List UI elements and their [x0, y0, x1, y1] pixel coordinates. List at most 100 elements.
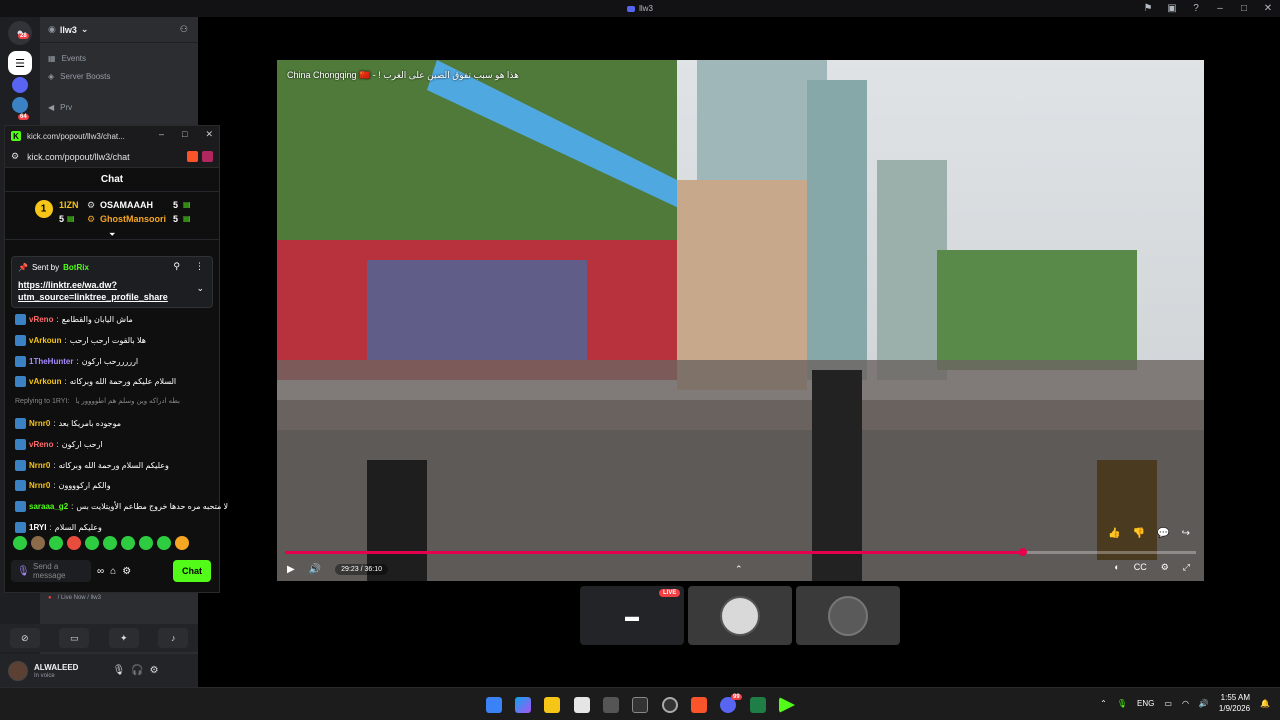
emote[interactable] — [49, 536, 63, 550]
gifter-name[interactable]: GhostMansoori — [100, 214, 166, 224]
popup-minimize-button[interactable]: – — [159, 129, 164, 140]
emote[interactable] — [85, 536, 99, 550]
chat-username[interactable]: vReno — [29, 440, 53, 449]
autoplay-toggle[interactable]: ◐ — [1114, 562, 1119, 573]
site-info-icon[interactable]: ⚙ — [11, 151, 19, 162]
pinned-link[interactable]: https://linktr.ee/wa.dw?utm_source=linkt… — [18, 279, 188, 303]
share-icon[interactable]: ↪ — [1182, 528, 1190, 539]
bot-name[interactable]: BotRix — [63, 263, 89, 272]
avatar[interactable] — [8, 660, 28, 681]
chevron-down-icon[interactable]: ⌄ — [196, 283, 204, 294]
display-icon[interactable]: ▭ — [1164, 699, 1172, 708]
video-scrubber-handle[interactable] — [1018, 548, 1027, 556]
video-player[interactable]: China Chongqing 🇨🇳 - ! هذا هو سبب تفوق ا… — [277, 60, 1204, 581]
excel-icon[interactable] — [750, 697, 766, 713]
emote[interactable] — [175, 536, 189, 550]
chat-username[interactable]: Nrnr0 — [29, 419, 50, 428]
address-bar[interactable]: ⚙ kick.com/popout/llw3/chat — [5, 146, 219, 168]
close-button[interactable]: ✕ — [1256, 3, 1280, 14]
clock[interactable]: 1:55 AM 1/9/2026 — [1219, 692, 1250, 714]
channel-server-boosts[interactable]: ◈ Server Boosts — [48, 72, 110, 81]
headphones-icon[interactable]: 🎧 — [131, 665, 143, 676]
microphone-icon[interactable]: 🎙 — [17, 566, 30, 577]
collapse-icon[interactable]: ⏷ — [109, 230, 115, 240]
brave-browser-icon[interactable] — [691, 697, 707, 713]
microphone-icon[interactable]: 🎙 — [112, 665, 125, 676]
participant-tile[interactable] — [688, 586, 792, 645]
chevron-up-icon[interactable]: ⌃ — [1100, 699, 1107, 708]
copilot-icon[interactable] — [515, 697, 531, 713]
channel-events[interactable]: ▦ Events — [48, 54, 86, 63]
emote[interactable] — [139, 536, 153, 550]
play-icon[interactable]: ▶ — [287, 564, 295, 575]
notification-icon[interactable]: 🔔 — [1260, 699, 1270, 708]
notepad-icon[interactable] — [574, 697, 590, 713]
gifter-name[interactable]: OSAMAAAH — [100, 200, 153, 210]
emote[interactable] — [67, 536, 81, 550]
wifi-icon[interactable]: ◠ — [1182, 699, 1189, 708]
store-icon[interactable] — [603, 697, 619, 713]
emote[interactable] — [31, 536, 45, 550]
gifter-name[interactable]: 1IZN — [59, 200, 79, 210]
more-options-icon[interactable]: ⋮ — [195, 261, 204, 272]
invite-icon[interactable]: ⚇ — [180, 24, 188, 35]
server-icon[interactable] — [12, 77, 28, 93]
maximize-button[interactable]: □ — [1232, 3, 1256, 14]
participant-tile[interactable] — [796, 586, 900, 645]
screen-share-icon[interactable]: ▭ — [59, 628, 90, 648]
help-icon[interactable]: ? — [1184, 3, 1208, 14]
captions-icon[interactable]: CC — [1134, 562, 1147, 573]
chat-username[interactable]: vArkoun — [29, 377, 61, 386]
dislike-icon[interactable]: 👎 — [1133, 528, 1145, 539]
minimize-button[interactable]: – — [1208, 3, 1232, 14]
chat-username[interactable]: vArkoun — [29, 336, 61, 345]
store-icon[interactable]: ⌂ — [110, 566, 116, 577]
file-explorer-icon[interactable] — [544, 697, 560, 713]
emote[interactable] — [103, 536, 117, 550]
screen-icon[interactable]: ▣ — [1160, 3, 1184, 14]
chat-username[interactable]: Replying to 1RYI: — [15, 398, 69, 405]
brave-rewards-icon[interactable] — [202, 151, 213, 162]
volume-icon[interactable]: 🔊 — [309, 564, 321, 575]
chat-username[interactable]: vReno — [29, 315, 53, 324]
chat-input[interactable]: 🎙 Send a message — [11, 560, 91, 582]
activities-icon[interactable]: ✦ — [108, 628, 139, 648]
channel-prv[interactable]: ◀ Prv — [48, 103, 72, 112]
chevron-up-icon[interactable]: ⌃ — [735, 564, 743, 575]
emote[interactable] — [121, 536, 135, 550]
popup-maximize-button[interactable]: □ — [182, 129, 187, 140]
video-progress-bar[interactable] — [285, 548, 1196, 556]
unpin-icon[interactable]: ⚲ — [173, 261, 180, 272]
language-indicator[interactable]: ENG — [1137, 699, 1154, 708]
server-header[interactable]: ◉ llw3 ⌄ ⚇ — [40, 17, 198, 43]
chat-username[interactable]: Nrnr0 — [29, 481, 50, 490]
chat-username[interactable]: saraaa_g2 — [29, 502, 68, 511]
like-icon[interactable]: 👍 — [1108, 528, 1120, 539]
camera-off-icon[interactable]: ⊘ — [9, 628, 40, 648]
calculator-icon[interactable] — [632, 697, 648, 713]
github-icon[interactable] — [662, 697, 678, 713]
comment-icon[interactable]: 💬 — [1157, 528, 1169, 539]
microphone-icon[interactable]: 🎙 — [1117, 699, 1127, 708]
chat-username[interactable]: 1RYI — [29, 523, 47, 532]
windows-start-icon[interactable] — [486, 697, 502, 713]
settings-icon[interactable]: ⚙ — [150, 665, 159, 676]
settings-icon[interactable]: ⚙ — [122, 566, 131, 577]
kick-app-icon[interactable] — [779, 697, 795, 713]
emote[interactable] — [157, 536, 171, 550]
server-icon[interactable] — [12, 97, 28, 113]
chat-send-button[interactable]: Chat — [173, 560, 211, 582]
settings-icon[interactable]: ⚙ — [1161, 562, 1169, 573]
volume-icon[interactable]: 🔊 — [1199, 699, 1209, 708]
link-icon[interactable]: ∞ — [97, 566, 104, 577]
emote[interactable] — [13, 536, 27, 550]
chat-username[interactable]: Nrnr0 — [29, 461, 50, 470]
fullscreen-icon[interactable]: ⤢ — [1183, 562, 1190, 573]
soundboard-icon[interactable]: ♪ — [158, 628, 189, 648]
brave-shield-icon[interactable] — [187, 151, 198, 162]
popup-close-button[interactable]: ✕ — [205, 129, 213, 140]
server-icon-llw3[interactable]: ☰ — [8, 51, 32, 75]
url-text[interactable]: kick.com/popout/llw3/chat — [27, 152, 130, 162]
chat-username[interactable]: 1TheHunter — [29, 357, 73, 366]
inbox-icon[interactable]: ⚑ — [1136, 3, 1160, 14]
